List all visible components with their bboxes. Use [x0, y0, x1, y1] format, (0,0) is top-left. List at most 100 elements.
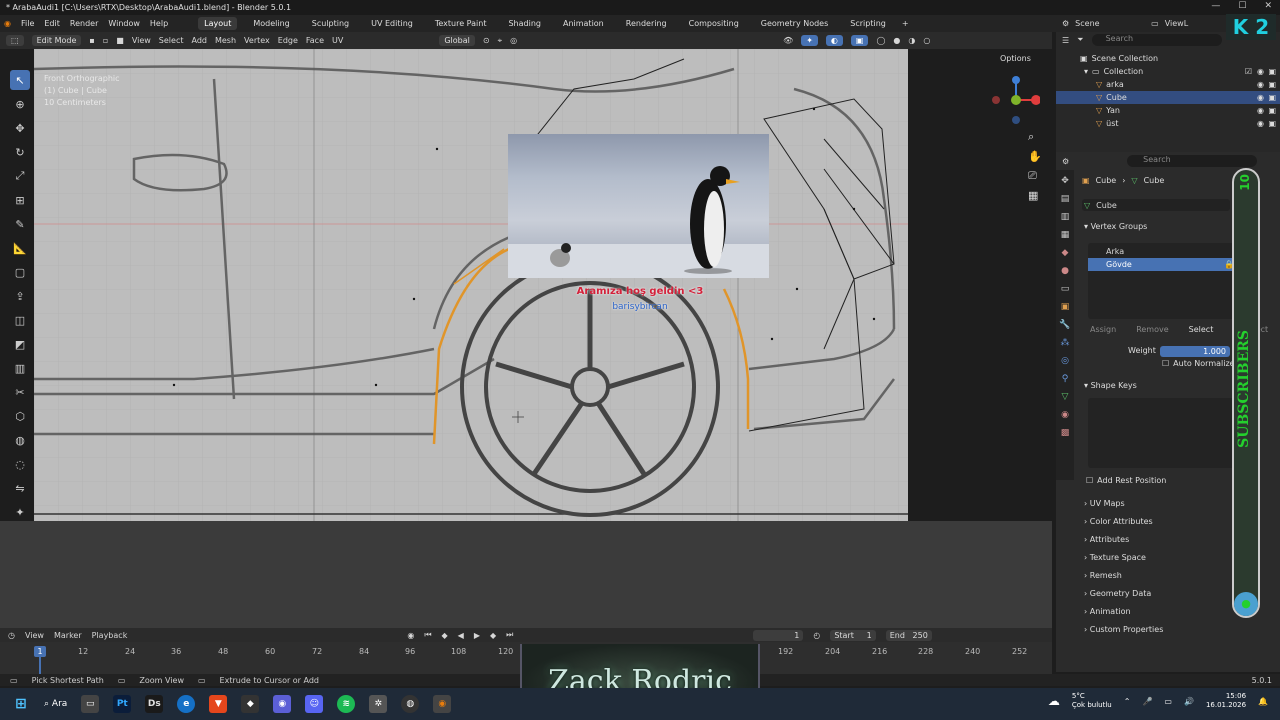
outliner-item-ust[interactable]: ▽ üst ◉ ▣: [1056, 117, 1280, 130]
tab-animation[interactable]: Animation: [557, 17, 610, 30]
shading-rendered-icon[interactable]: ○: [923, 36, 930, 45]
xray-toggle[interactable]: ▣: [850, 35, 869, 46]
editor-type-icon[interactable]: ⬚: [6, 35, 24, 46]
tab-layout[interactable]: Layout: [198, 17, 238, 30]
transform-tool-icon[interactable]: ⊞: [10, 190, 30, 210]
overlay-toggle[interactable]: ◐: [825, 35, 843, 46]
select-edge-icon[interactable]: ▫: [103, 36, 108, 45]
shape-keys-header[interactable]: ▾ Shape Keys: [1084, 381, 1137, 390]
geometry-data-section[interactable]: › Geometry Data: [1084, 589, 1151, 598]
record-icon[interactable]: ◉: [407, 631, 414, 640]
blender-logo-icon[interactable]: ◉: [4, 19, 11, 28]
camera-icon[interactable]: ▣: [1268, 93, 1276, 102]
blender-taskbar-icon[interactable]: ◉: [433, 695, 452, 713]
output-tab-icon[interactable]: ▥: [1061, 212, 1070, 222]
discord-icon[interactable]: ☺: [305, 695, 324, 713]
tab-modeling[interactable]: Modeling: [247, 17, 295, 30]
expand-icon[interactable]: ▾: [1084, 67, 1088, 76]
navigation-gizmo[interactable]: [990, 74, 1041, 124]
tab-uv-editing[interactable]: UV Editing: [365, 17, 419, 30]
mesh-name-field[interactable]: Cube: [1096, 201, 1117, 210]
menu-window[interactable]: Window: [108, 19, 140, 28]
3d-viewport[interactable]: [34, 49, 908, 521]
collection-tab-icon[interactable]: ▭: [1061, 284, 1070, 294]
tab-rendering[interactable]: Rendering: [620, 17, 673, 30]
smooth-tool-icon[interactable]: ◌: [10, 454, 30, 474]
tab-geometry-nodes[interactable]: Geometry Nodes: [755, 17, 834, 30]
outliner-collection[interactable]: ▾ ▭ Collection ☑ ◉ ▣: [1056, 65, 1280, 78]
tab-sculpting[interactable]: Sculpting: [306, 17, 355, 30]
constraints-tab-icon[interactable]: ⚲: [1062, 374, 1069, 384]
outliner-scene-collection[interactable]: ▣ Scene Collection: [1056, 52, 1280, 65]
tab-texture-paint[interactable]: Texture Paint: [429, 17, 493, 30]
timeline-menu-view[interactable]: View: [25, 631, 44, 640]
extrude-tool-icon[interactable]: ⇪: [10, 286, 30, 306]
transform-orientation[interactable]: Global: [439, 35, 475, 46]
add-cube-tool-icon[interactable]: ▢: [10, 262, 30, 282]
select-tool-icon[interactable]: ↖: [10, 70, 30, 90]
volume-icon[interactable]: 🔊: [1184, 697, 1194, 706]
cursor-tool-icon[interactable]: ⊕: [10, 94, 30, 114]
poly-build-tool-icon[interactable]: ⬡: [10, 406, 30, 426]
camera-icon[interactable]: ▣: [1268, 67, 1276, 76]
playhead-marker[interactable]: 1: [34, 646, 46, 657]
windows-start-icon[interactable]: ⊞: [12, 695, 30, 713]
spotify-icon[interactable]: ≋: [337, 695, 356, 713]
menu-help[interactable]: Help: [150, 19, 168, 28]
data-tab-icon[interactable]: ▽: [1062, 392, 1069, 402]
attributes-section[interactable]: › Attributes: [1084, 535, 1129, 544]
discord-dev-icon[interactable]: ◉: [273, 695, 292, 713]
tray-chevron-icon[interactable]: ⌃: [1124, 697, 1131, 706]
eye-icon[interactable]: ◉: [1257, 106, 1264, 115]
menu-edit[interactable]: Edit: [44, 19, 60, 28]
physics-tab-icon[interactable]: ◎: [1061, 356, 1069, 366]
mode-selector[interactable]: Edit Mode: [31, 35, 82, 46]
end-frame-field[interactable]: End 250: [885, 629, 932, 641]
uv-maps-section[interactable]: › UV Maps: [1084, 499, 1125, 508]
remove-button[interactable]: Remove: [1136, 325, 1168, 334]
world-tab-icon[interactable]: ●: [1061, 266, 1069, 276]
measure-tool-icon[interactable]: 📐: [10, 238, 30, 258]
outliner-filter-icon[interactable]: ⏷: [1077, 35, 1083, 45]
davinci-icon[interactable]: Ds: [145, 695, 164, 713]
bevel-tool-icon[interactable]: ◩: [10, 334, 30, 354]
outliner-item-yan[interactable]: ▽ Yan ◉ ▣: [1056, 104, 1280, 117]
vertex-group-arka[interactable]: Arka: [1088, 245, 1238, 258]
texture-space-section[interactable]: › Texture Space: [1084, 553, 1146, 562]
shrink-fatten-tool-icon[interactable]: ✦: [10, 502, 30, 522]
jump-start-icon[interactable]: ⏮: [424, 630, 431, 640]
edge-browser-icon[interactable]: e: [177, 695, 196, 713]
outliner-search-input[interactable]: Search: [1091, 34, 1222, 46]
snap-icon[interactable]: ⌖: [498, 36, 503, 46]
notification-bell-icon[interactable]: 🔔: [1258, 697, 1268, 706]
render-tab-icon[interactable]: ▤: [1061, 194, 1070, 204]
inset-tool-icon[interactable]: ◫: [10, 310, 30, 330]
particles-tab-icon[interactable]: ⁂: [1061, 338, 1070, 348]
visibility-icon[interactable]: 👁: [783, 36, 793, 45]
object-tab-icon[interactable]: ▣: [1061, 302, 1070, 312]
obs-icon[interactable]: ◍: [401, 695, 420, 713]
play-reverse-icon[interactable]: ◀: [458, 631, 464, 640]
taskbar-search[interactable]: ⌕ Ara: [44, 699, 67, 709]
rotate-tool-icon[interactable]: ↻: [10, 142, 30, 162]
eye-icon[interactable]: ◉: [1257, 67, 1264, 76]
menu-file[interactable]: File: [21, 19, 34, 28]
menu-select[interactable]: Select: [159, 36, 184, 45]
texture-tab-icon[interactable]: ▩: [1061, 428, 1070, 438]
start-frame-field[interactable]: Start 1: [830, 629, 876, 641]
tab-scripting[interactable]: Scripting: [844, 17, 892, 30]
eye-icon[interactable]: ◉: [1257, 119, 1264, 128]
maximize-icon[interactable]: ☐: [1238, 1, 1246, 11]
brave-browser-icon[interactable]: ▼: [209, 695, 228, 713]
add-rest-position-checkbox[interactable]: ☐: [1086, 476, 1093, 485]
menu-view[interactable]: View: [132, 36, 151, 45]
view-layer-tab-icon[interactable]: ▦: [1061, 230, 1070, 240]
outliner-editor-icon[interactable]: ☰: [1062, 36, 1069, 45]
eye-icon[interactable]: ◉: [1257, 80, 1264, 89]
select-vertex-icon[interactable]: ▪: [89, 36, 94, 45]
file-explorer-icon[interactable]: ▭: [81, 695, 100, 713]
spin-tool-icon[interactable]: ◍: [10, 430, 30, 450]
current-frame-field[interactable]: 1: [753, 629, 804, 641]
menu-render[interactable]: Render: [70, 19, 98, 28]
edge-slide-tool-icon[interactable]: ⇋: [10, 478, 30, 498]
